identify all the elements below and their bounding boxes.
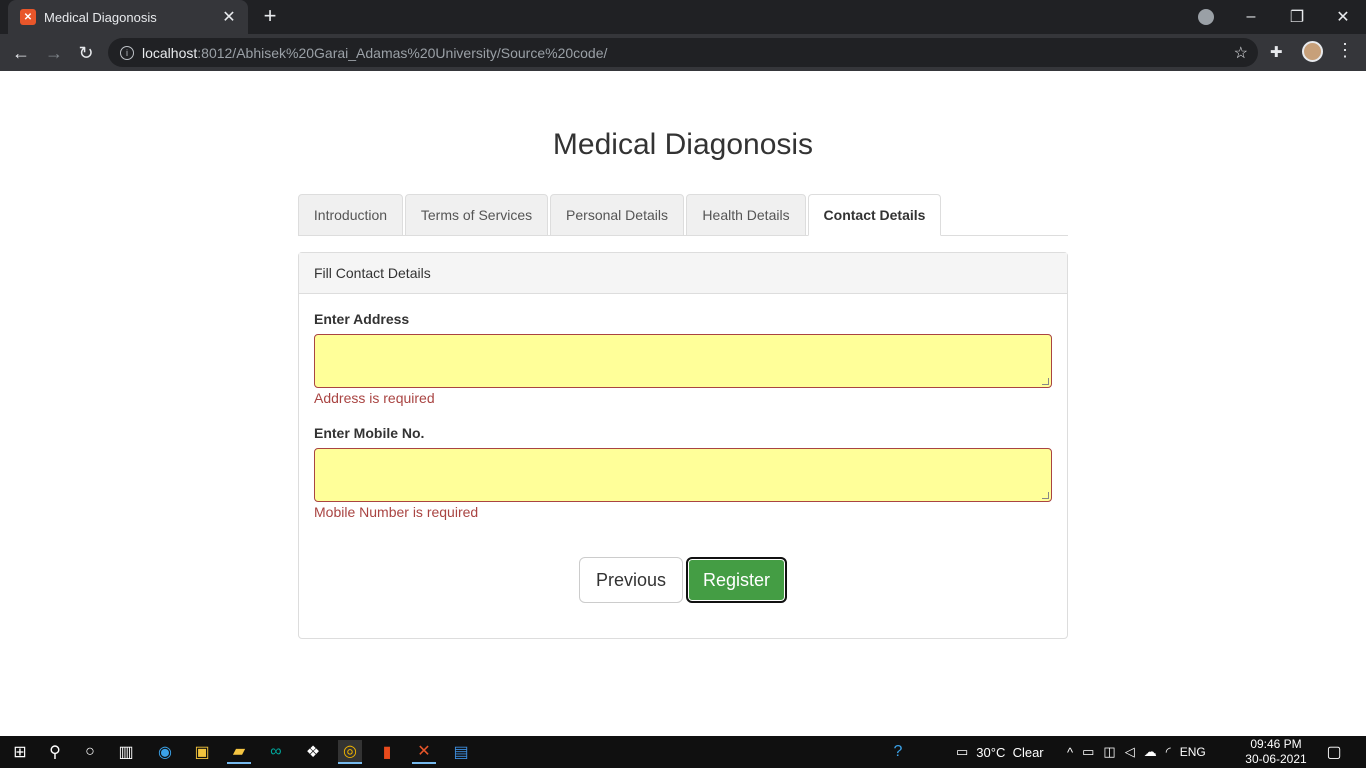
tab-terms-of-services[interactable]: Terms of Services (405, 194, 548, 236)
file-explorer-icon[interactable]: ▰ (227, 740, 251, 764)
arduino-icon[interactable]: ∞ (264, 740, 288, 764)
forward-button[interactable]: → (41, 40, 67, 66)
address-label: Enter Address (314, 311, 410, 327)
contact-details-panel: Fill Contact Details Enter Address Addre… (298, 252, 1068, 639)
url-host: localhost (142, 44, 198, 61)
tab-health-details[interactable]: Health Details (686, 194, 806, 236)
mobile-label: Enter Mobile No. (314, 425, 425, 441)
page-title: Medical Diagonosis (552, 128, 814, 161)
new-tab-button[interactable]: + (258, 5, 282, 29)
tab-personal-details[interactable]: Personal Details (550, 194, 684, 236)
clock-date: 30-06-2021 (1245, 752, 1307, 766)
office-icon[interactable]: ▮ (375, 740, 399, 764)
tab-search-icon[interactable] (1198, 9, 1214, 25)
browser-tab-strip: ✕ Medical Diagonosis ✕ + – ❐ ✕ (0, 0, 1366, 34)
reload-button[interactable]: ↻ (73, 40, 99, 66)
dropbox-icon[interactable]: ❖ (301, 740, 325, 764)
mobile-error: Mobile Number is required (314, 504, 479, 520)
extensions-puzzle-icon[interactable]: ✚ (1270, 43, 1283, 61)
profile-avatar[interactable] (1302, 41, 1323, 62)
tab-contact-details[interactable]: Contact Details (808, 194, 941, 236)
tab-title: Medical Diagonosis (44, 9, 157, 25)
form-tabs: Introduction Terms of Services Personal … (298, 194, 1068, 236)
search-icon[interactable]: ⚲ (43, 740, 67, 764)
photos-icon[interactable]: ▤ (449, 740, 473, 764)
notifications-icon[interactable]: ▢ (1322, 740, 1346, 764)
clock[interactable]: 09:46 PM 30-06-2021 (1240, 737, 1312, 767)
chrome-icon[interactable]: ◎ (338, 740, 362, 764)
windows-taskbar: ⊞ ⚲ ○ ▥ ◉ ▣ ▰ ∞ ❖ ◎ ▮ ✕ ▤ ? ▭ 30°C Clear… (0, 736, 1366, 768)
edge-icon[interactable]: ◉ (153, 740, 177, 764)
weather-text[interactable]: 30°C Clear (976, 745, 1043, 760)
language-indicator[interactable]: ENG (1180, 745, 1206, 759)
xampp-favicon-icon: ✕ (20, 9, 36, 25)
bookmark-star-icon[interactable]: ☆ (1234, 43, 1248, 63)
minimize-button[interactable]: – (1228, 0, 1274, 34)
help-icon[interactable]: ? (886, 740, 910, 764)
register-button[interactable]: Register (686, 557, 787, 603)
restore-button[interactable]: ❐ (1274, 0, 1320, 34)
webcam-icon[interactable]: ◫ (1103, 744, 1115, 760)
cortana-icon[interactable]: ○ (78, 740, 102, 764)
windows-start-icon[interactable]: ⊞ (8, 740, 32, 764)
address-bar[interactable]: i localhost:8012/Abhisek%20Garai_Adamas%… (108, 38, 1258, 67)
xampp-icon[interactable]: ✕ (412, 740, 436, 764)
panel-heading: Fill Contact Details (299, 253, 1067, 294)
task-view-icon[interactable]: ▥ (114, 740, 138, 764)
tray-chevron-icon[interactable]: ^ (1067, 745, 1073, 760)
site-info-icon[interactable]: i (120, 45, 134, 60)
mobile-textarea[interactable] (314, 448, 1052, 502)
volume-icon[interactable]: ◁ (1125, 744, 1135, 760)
store-icon[interactable]: ▣ (190, 740, 214, 764)
clock-time: 09:46 PM (1250, 737, 1302, 751)
battery-icon[interactable]: ▭ (1082, 744, 1094, 760)
browser-tab[interactable]: ✕ Medical Diagonosis ✕ (8, 0, 248, 34)
address-error: Address is required (314, 390, 435, 406)
weather-icon[interactable]: ▭ (956, 744, 968, 760)
address-textarea[interactable] (314, 334, 1052, 388)
tab-close-icon[interactable]: ✕ (220, 7, 238, 27)
browser-menu-icon[interactable]: ⋮ (1336, 40, 1354, 61)
url-path: :8012/Abhisek%20Garai_Adamas%20Universit… (197, 44, 608, 61)
wifi-icon[interactable]: ◜ (1166, 744, 1171, 760)
back-button[interactable]: ← (8, 40, 34, 66)
close-window-button[interactable]: ✕ (1320, 0, 1366, 34)
browser-toolbar: ← → ↻ i localhost:8012/Abhisek%20Garai_A… (0, 34, 1366, 71)
tab-introduction[interactable]: Introduction (298, 194, 403, 236)
previous-button[interactable]: Previous (579, 557, 683, 603)
onedrive-icon[interactable]: ☁ (1144, 744, 1157, 760)
